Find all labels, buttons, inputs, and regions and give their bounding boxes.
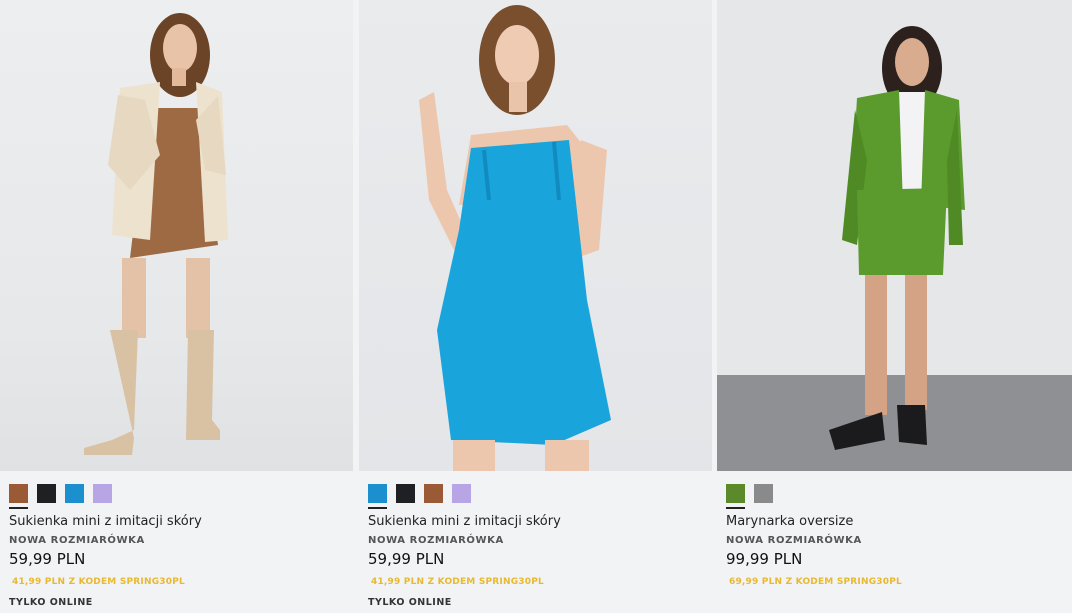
color-swatches [368,484,471,509]
product-card[interactable]: Marynarka oversize NOWA ROZMIARÓWKA 99,9… [717,0,1072,613]
promo-line: 69,99 PLN Z KODEM SPRING30PL [729,577,902,587]
product-grid: Sukienka mini z imitacji skóry NOWA ROZM… [0,0,1072,613]
color-swatch-green-check[interactable] [726,484,745,509]
promo-text: Z KODEM [785,577,834,587]
product-image[interactable] [0,0,353,471]
promo-line: 41,99 PLN Z KODEM SPRING30PL [371,577,544,587]
product-card[interactable]: Sukienka mini z imitacji skóry NOWA ROZM… [359,0,712,613]
product-price: 99,99 PLN [726,550,803,568]
color-swatch-lilac[interactable] [93,484,112,503]
product-card[interactable]: Sukienka mini z imitacji skóry NOWA ROZM… [0,0,353,613]
product-price: 59,99 PLN [9,550,86,568]
promo-code: SPRING30PL [119,577,185,587]
online-only-label: TYLKO ONLINE [9,597,93,608]
promo-price: 41,99 PLN [12,577,66,587]
product-badge: NOWA ROZMIARÓWKA [368,535,504,546]
promo-line: 41,99 PLN Z KODEM SPRING30PL [12,577,185,587]
color-swatch-blue[interactable] [368,484,387,509]
color-swatch-black[interactable] [37,484,56,503]
online-only-label: TYLKO ONLINE [368,597,452,608]
promo-text: Z KODEM [427,577,476,587]
product-title[interactable]: Sukienka mini z imitacji skóry [368,514,561,529]
color-swatch-brown[interactable] [9,484,28,509]
color-swatches [9,484,112,509]
color-swatch-brown[interactable] [424,484,443,503]
color-swatch-blue[interactable] [65,484,84,503]
promo-code: SPRING30PL [836,577,902,587]
promo-price: 69,99 PLN [729,577,783,587]
product-title[interactable]: Sukienka mini z imitacji skóry [9,514,202,529]
product-price: 59,99 PLN [368,550,445,568]
color-swatch-black[interactable] [396,484,415,503]
product-image[interactable] [717,0,1072,471]
product-title[interactable]: Marynarka oversize [726,514,853,529]
promo-code: SPRING30PL [478,577,544,587]
product-image[interactable] [359,0,712,471]
color-swatch-lilac[interactable] [452,484,471,503]
color-swatches [726,484,773,509]
product-badge: NOWA ROZMIARÓWKA [726,535,862,546]
product-badge: NOWA ROZMIARÓWKA [9,535,145,546]
promo-text: Z KODEM [68,577,117,587]
promo-price: 41,99 PLN [371,577,425,587]
color-swatch-grey-check[interactable] [754,484,773,503]
